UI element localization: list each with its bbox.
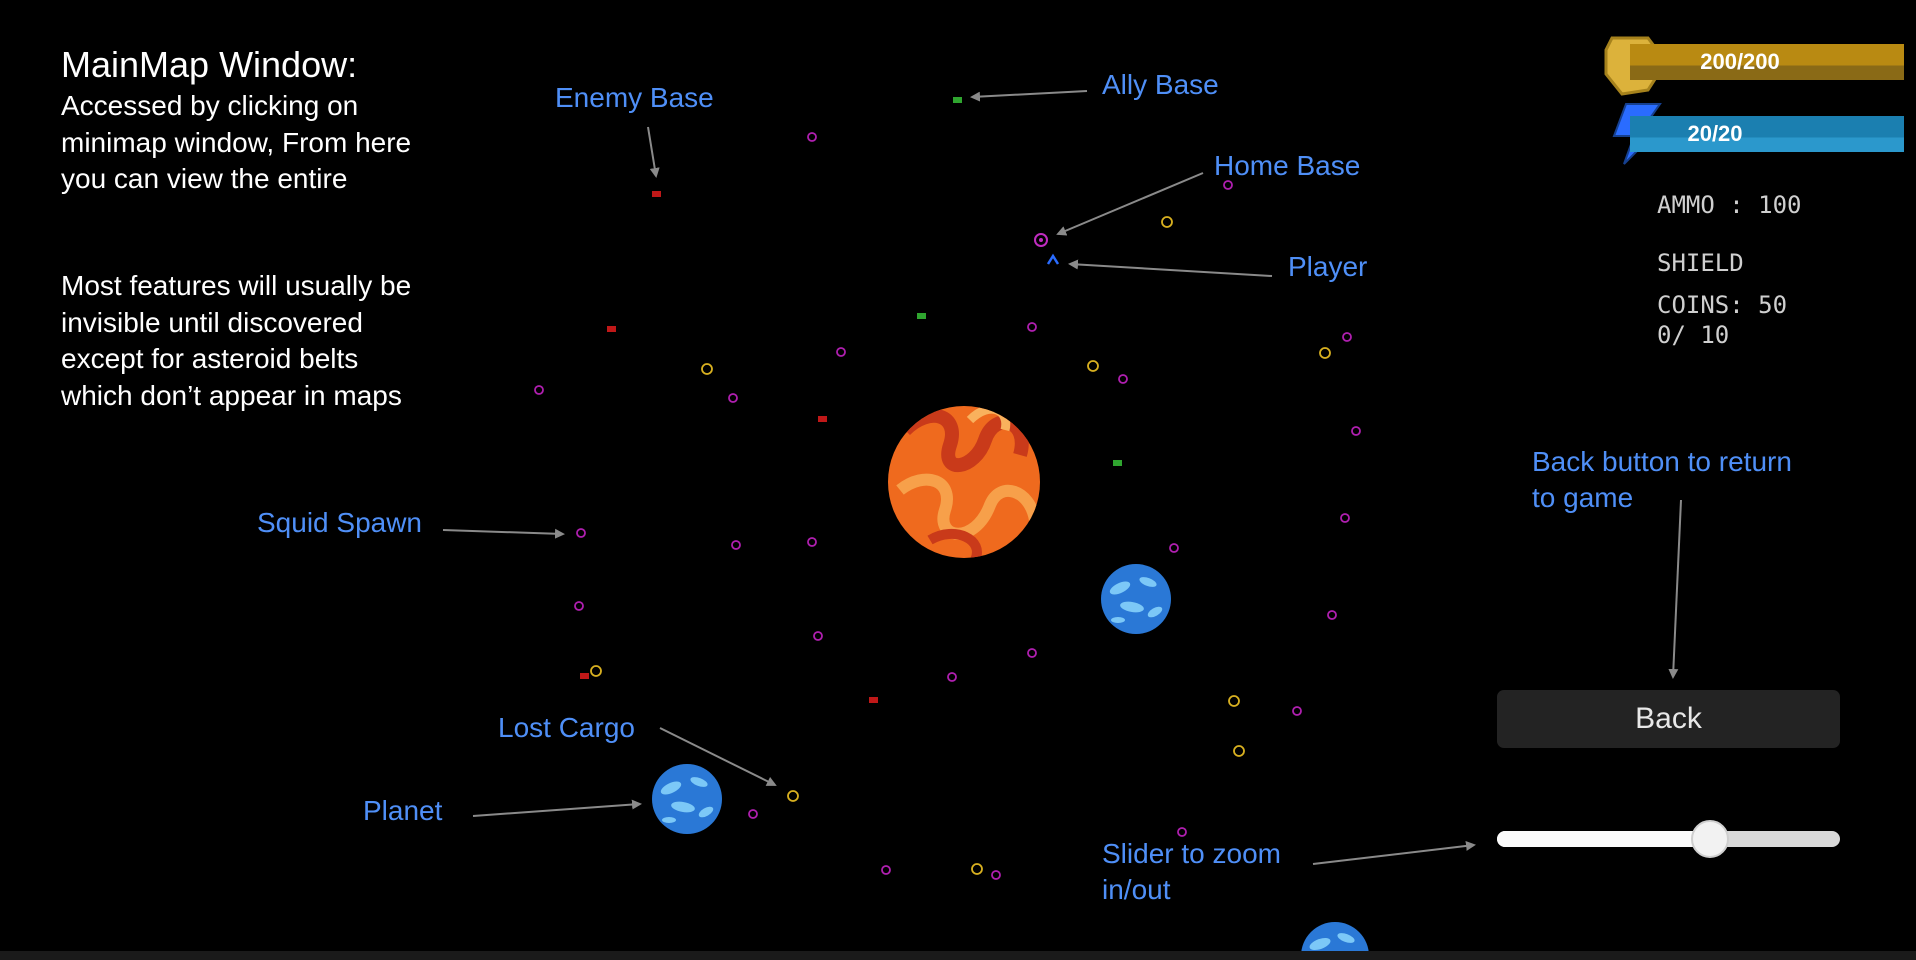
health-bar: 200/200	[1630, 44, 1904, 80]
ally-base-marker	[1113, 460, 1122, 466]
squid-spawn-marker	[1351, 426, 1361, 436]
squid-spawn-marker	[731, 540, 741, 550]
zoom-slider-hint: Slider to zoom in/out	[1102, 838, 1281, 905]
back-button[interactable]: Back	[1497, 690, 1840, 748]
home-base-marker	[1034, 233, 1048, 247]
planet-label: Planet	[363, 795, 443, 826]
arrow-enemy-base	[647, 126, 660, 178]
squid-spawn-marker	[881, 865, 891, 875]
lost-cargo-marker	[701, 363, 713, 375]
zoom-slider-fill	[1497, 831, 1710, 847]
squid-spawn-marker	[991, 870, 1001, 880]
arrow-planet	[472, 799, 642, 817]
arrow-home-base	[1056, 172, 1204, 236]
squid-spawn-marker	[1340, 513, 1350, 523]
bottom-edge	[0, 951, 1916, 960]
squid-spawn-marker	[813, 631, 823, 641]
squid-spawn-marker	[807, 132, 817, 142]
zoom-slider-handle[interactable]	[1690, 820, 1729, 858]
planet	[1101, 564, 1171, 634]
lost-cargo-marker	[1233, 745, 1245, 757]
squid-spawn-marker	[836, 347, 846, 357]
enemy-base-marker	[607, 326, 616, 332]
lost-cargo-marker	[971, 863, 983, 875]
zoom-slider[interactable]	[1497, 820, 1840, 858]
squid-spawn-marker	[947, 672, 957, 682]
ally-base-marker	[953, 97, 962, 103]
squid-spawn-marker	[574, 601, 584, 611]
ally-base-label: Ally Base	[1102, 69, 1219, 100]
squid-spawn-marker	[1177, 827, 1187, 837]
squid-spawn-marker	[1118, 374, 1128, 384]
lost-cargo-marker	[1087, 360, 1099, 372]
arrow-zoom-slider	[1312, 840, 1476, 865]
enemy-base-marker	[869, 697, 878, 703]
squid-spawn-marker	[1342, 332, 1352, 342]
arrow-player	[1068, 259, 1273, 277]
shield-status: SHIELD	[1657, 249, 1744, 277]
lost-cargo-marker	[787, 790, 799, 802]
back-button-hint: Back button to return to game	[1532, 446, 1792, 513]
arrow-squid-spawn	[442, 528, 565, 539]
progress-counter: 0/ 10	[1657, 321, 1730, 349]
arrow-ally-base	[970, 90, 1088, 102]
squid-spawn-marker	[534, 385, 544, 395]
squid-spawn-marker	[1327, 610, 1337, 620]
arrow-back-button	[1668, 499, 1682, 679]
enemy-base-marker	[580, 673, 589, 679]
main-map-screen: { "intro": { "title": "MainMap Window:",…	[0, 0, 1916, 960]
squid-spawn-marker	[728, 393, 738, 403]
energy-bar: 20/20	[1630, 116, 1904, 152]
ally-base-marker	[917, 313, 926, 319]
enemy-base-label: Enemy Base	[555, 82, 714, 113]
squid-spawn-label: Squid Spawn	[257, 507, 423, 538]
planet	[652, 764, 722, 834]
enemy-base-marker	[818, 416, 827, 422]
squid-spawn-marker	[1292, 706, 1302, 716]
player-marker	[1046, 253, 1060, 265]
lost-cargo-label: Lost Cargo	[498, 712, 635, 743]
home-base-label: Home Base	[1214, 150, 1361, 181]
lost-cargo-marker	[1319, 347, 1331, 359]
energy-value: 20/20	[1687, 121, 1743, 146]
sun	[888, 406, 1040, 558]
player-label: Player	[1288, 251, 1368, 282]
health-value: 200/200	[1700, 49, 1780, 74]
ammo-counter: AMMO : 100	[1657, 191, 1802, 219]
lost-cargo-marker	[590, 665, 602, 677]
coin-counter: COINS: 50	[1657, 291, 1788, 319]
squid-spawn-marker	[1169, 543, 1179, 553]
lost-cargo-marker	[1228, 695, 1240, 707]
squid-spawn-marker	[748, 809, 758, 819]
squid-spawn-marker	[576, 528, 586, 538]
squid-spawn-marker	[1027, 322, 1037, 332]
squid-spawn-marker	[807, 537, 817, 547]
squid-spawn-marker	[1027, 648, 1037, 658]
lost-cargo-marker	[1161, 216, 1173, 228]
enemy-base-marker	[652, 191, 661, 197]
